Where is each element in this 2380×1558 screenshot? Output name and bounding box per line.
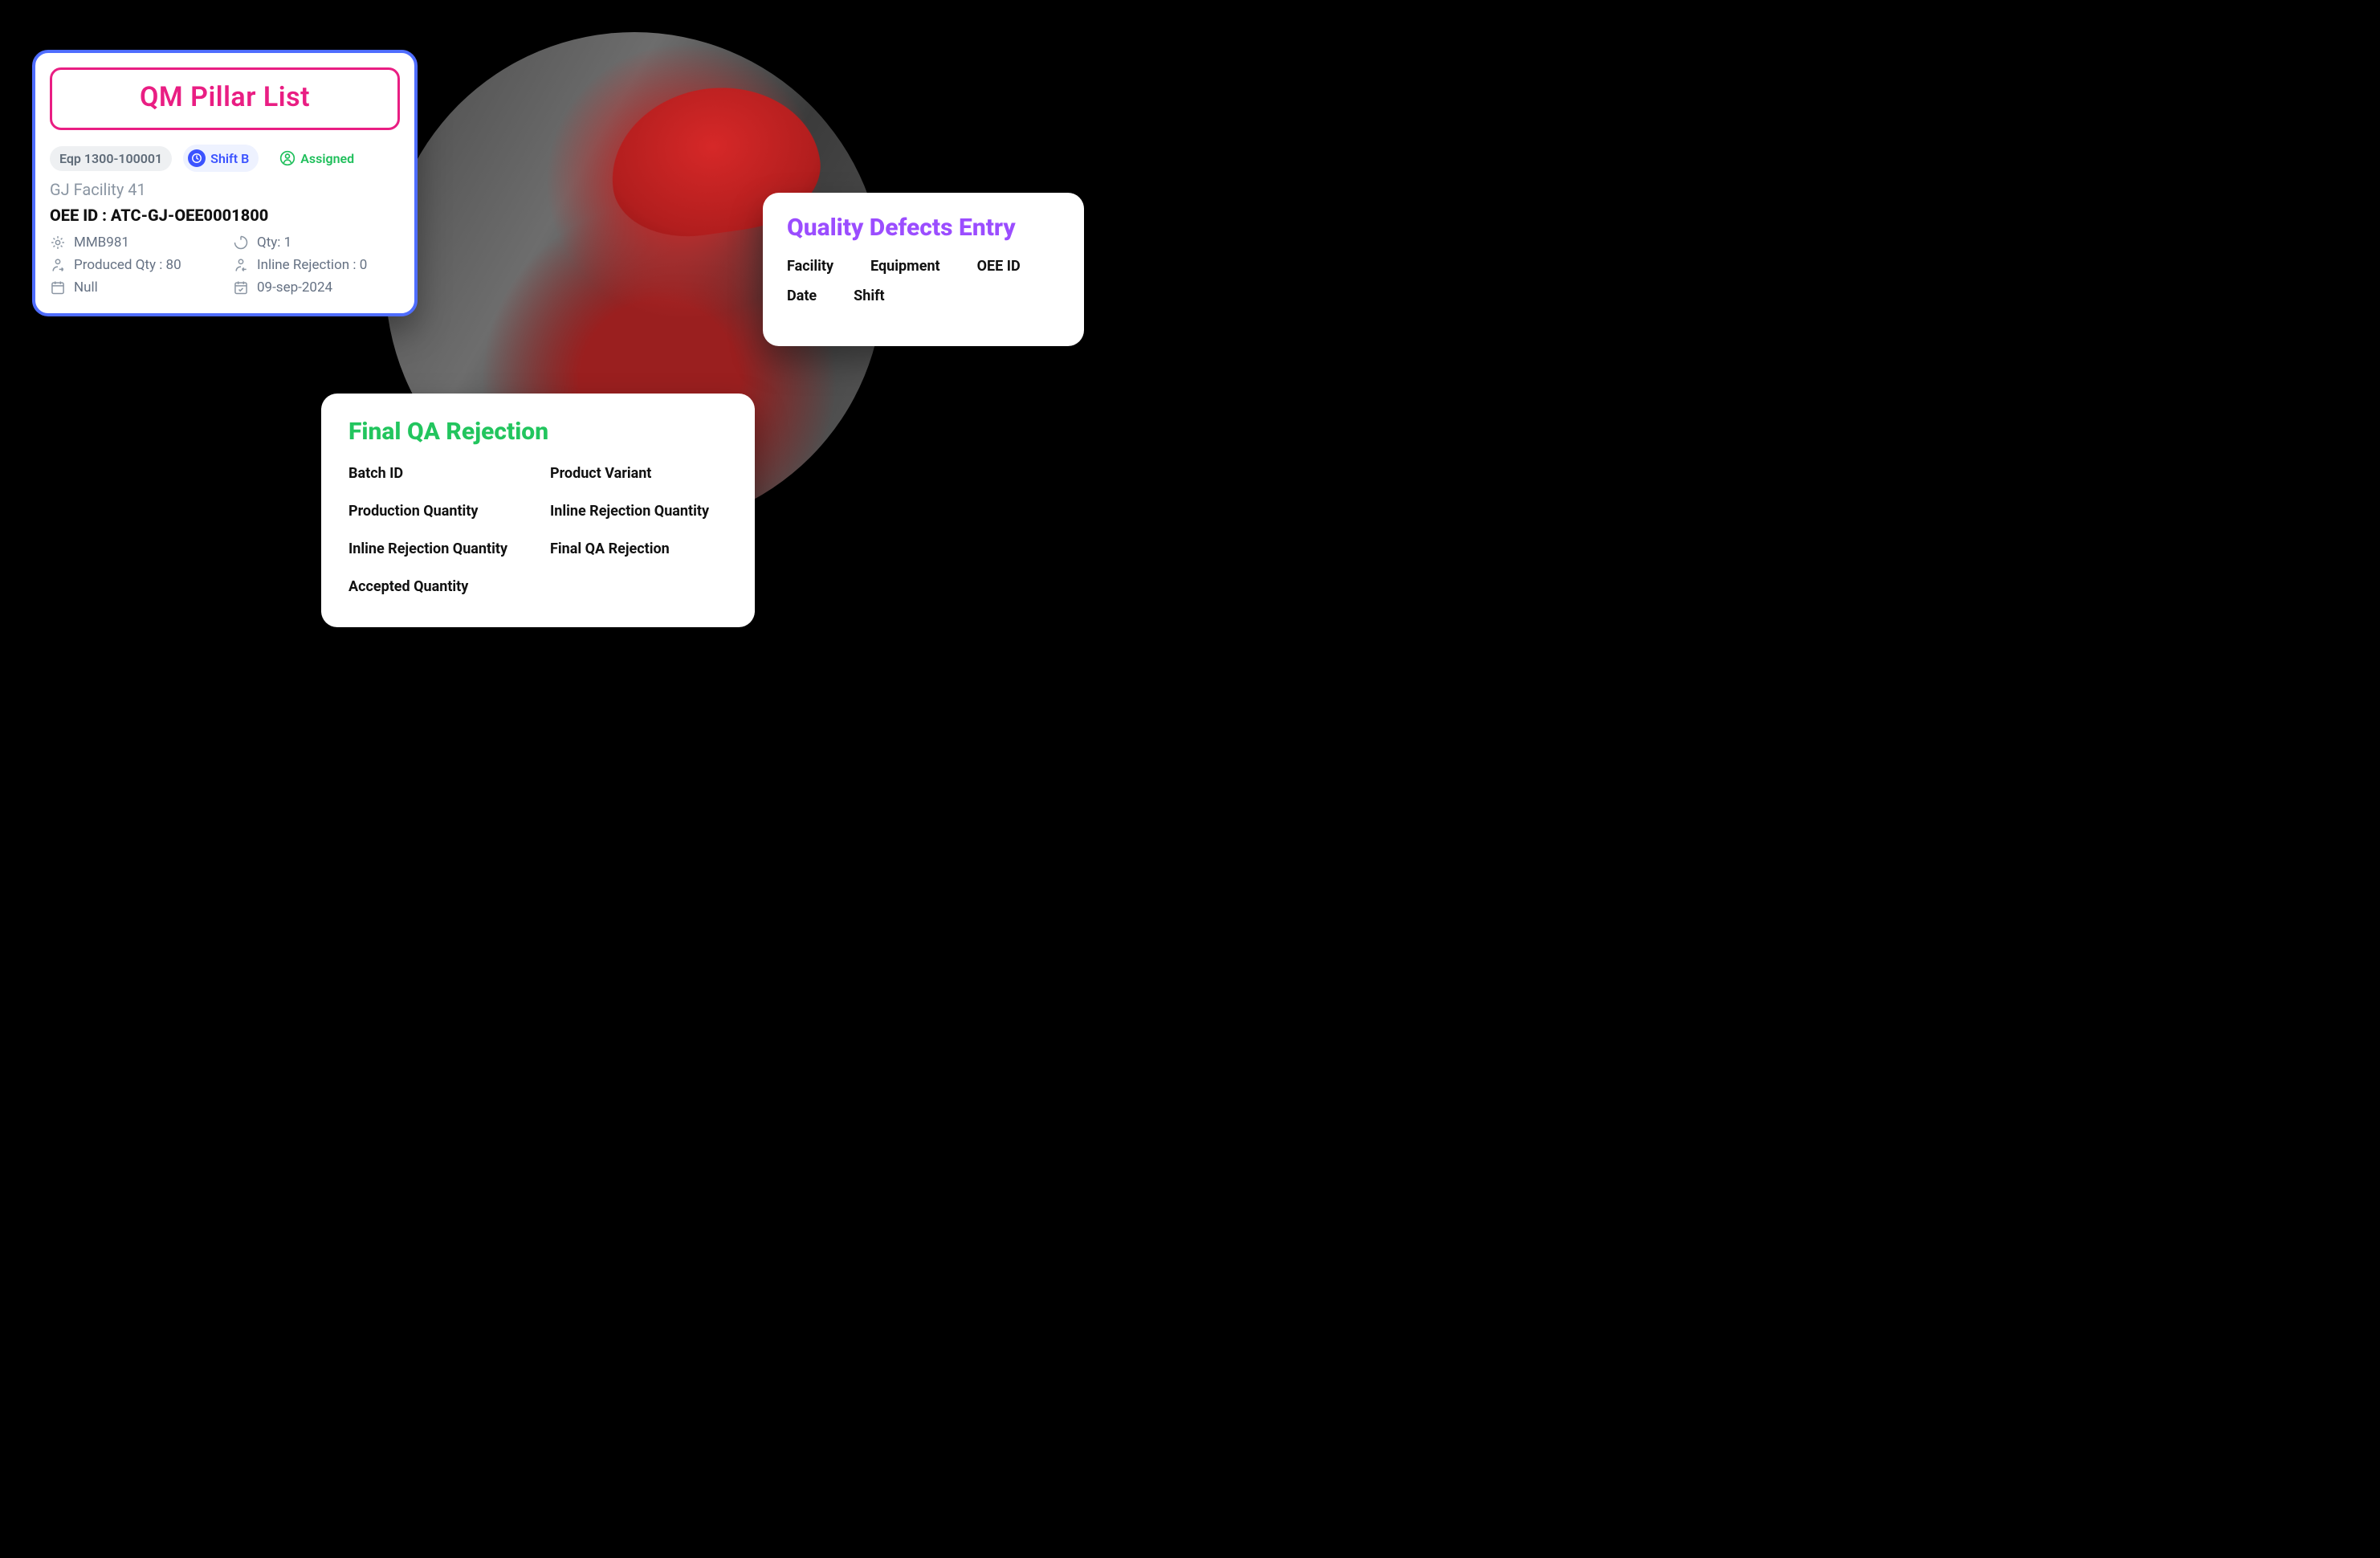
fqa-product-variant-label[interactable]: Product Variant — [550, 465, 727, 482]
inline-rejection-value: Inline Rejection : 0 — [257, 257, 367, 273]
inline-rejection-item: Inline Rejection : 0 — [233, 257, 400, 273]
qty-item: Qty: 1 — [233, 235, 400, 251]
user-in-icon — [50, 257, 66, 273]
qde-shift-label[interactable]: Shift — [854, 288, 884, 304]
qty-value: Qty: 1 — [257, 235, 291, 251]
qm-pillar-list-card: QM Pillar List Eqp 1300-100001 Shift B A… — [32, 50, 418, 316]
produced-qty-item: Produced Qty : 80 — [50, 257, 217, 273]
user-out-icon — [233, 257, 249, 273]
qde-row-2: Date Shift — [787, 288, 1060, 304]
final-qa-rejection-card: Final QA Rejection Batch ID Product Vari… — [321, 394, 755, 627]
fqa-accepted-qty-label[interactable]: Accepted Quantity — [348, 578, 526, 595]
fqa-final-qa-rej-label[interactable]: Final QA Rejection — [550, 540, 727, 557]
shift-chip[interactable]: Shift B — [183, 145, 259, 172]
qde-equipment-label[interactable]: Equipment — [870, 258, 940, 275]
fqa-batch-id-label[interactable]: Batch ID — [348, 465, 526, 482]
shift-chip-label: Shift B — [210, 151, 249, 166]
qm-details-grid: MMB981 Qty: 1 Produced Qty : 80 Inline R… — [50, 235, 400, 296]
progress-icon — [233, 235, 249, 251]
qm-title: QM Pillar List — [140, 81, 310, 113]
date-value: 09-sep-2024 — [257, 279, 332, 296]
qde-row-1: Facility Equipment OEE ID — [787, 258, 1060, 275]
qde-title: Quality Defects Entry — [787, 214, 1060, 242]
qm-title-box: QM Pillar List — [50, 67, 400, 130]
assigned-chip-label: Assigned — [300, 151, 354, 166]
qde-facility-label[interactable]: Facility — [787, 258, 833, 275]
fqa-title: Final QA Rejection — [348, 418, 727, 446]
gear-icon — [50, 235, 66, 251]
facility-label: GJ Facility 41 — [50, 180, 400, 199]
date-item: 09-sep-2024 — [233, 279, 400, 296]
fqa-inline-rej-qty2-label[interactable]: Inline Rejection Quantity — [348, 540, 526, 557]
assigned-chip[interactable]: Assigned — [270, 145, 364, 171]
fqa-inline-rej-qty1-label[interactable]: Inline Rejection Quantity — [550, 503, 727, 520]
clock-icon — [188, 149, 206, 167]
null-value: Null — [74, 279, 98, 296]
fqa-grid: Batch ID Product Variant Production Quan… — [348, 465, 727, 595]
oee-id-label: OEE ID : ATC-GJ-OEE0001800 — [50, 206, 400, 225]
calendar-check-icon — [233, 279, 249, 296]
qde-oeeid-label[interactable]: OEE ID — [977, 258, 1021, 275]
product-value: MMB981 — [74, 235, 129, 251]
quality-defects-entry-card: Quality Defects Entry Facility Equipment… — [763, 193, 1084, 346]
calendar-icon — [50, 279, 66, 296]
produced-qty-value: Produced Qty : 80 — [74, 257, 181, 273]
equipment-chip[interactable]: Eqp 1300-100001 — [50, 146, 172, 171]
fqa-production-qty-label[interactable]: Production Quantity — [348, 503, 526, 520]
null-item: Null — [50, 279, 217, 296]
user-check-icon — [279, 150, 295, 166]
product-item: MMB981 — [50, 235, 217, 251]
qm-chip-row: Eqp 1300-100001 Shift B Assigned — [50, 145, 400, 172]
equipment-chip-label: Eqp 1300-100001 — [59, 151, 162, 166]
qde-date-label[interactable]: Date — [787, 288, 817, 304]
